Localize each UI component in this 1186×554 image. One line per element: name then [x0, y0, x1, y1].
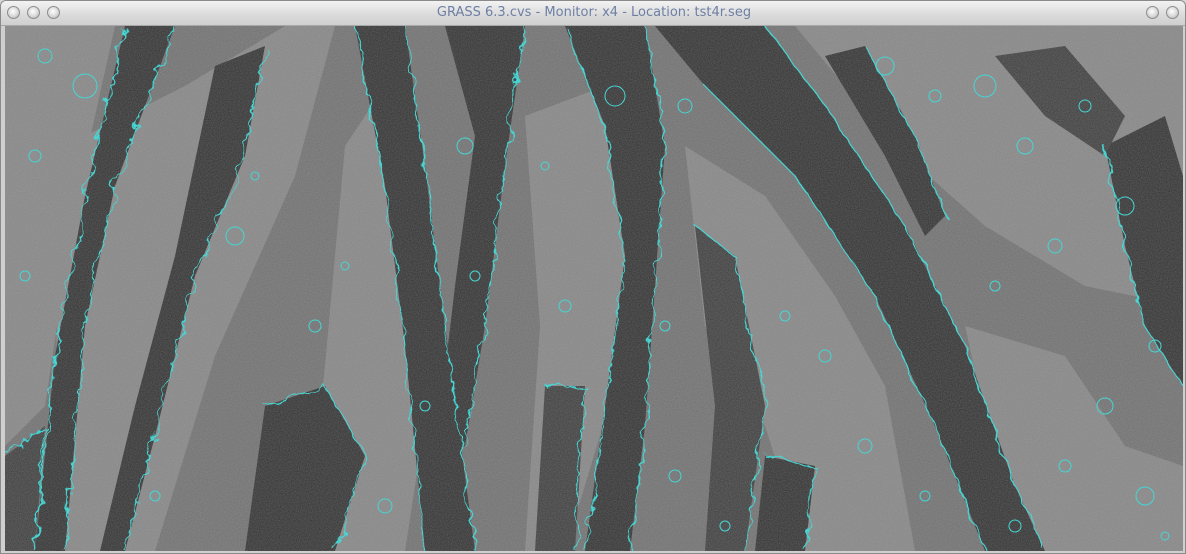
title-bar[interactable]: GRASS 6.3.cvs - Monitor: x4 - Location: … — [1, 1, 1185, 26]
raster-map — [5, 26, 1183, 551]
monitor-window: GRASS 6.3.cvs - Monitor: x4 - Location: … — [0, 0, 1186, 554]
shade-icon[interactable] — [1146, 6, 1159, 19]
close-icon[interactable] — [1166, 6, 1179, 19]
window-title: GRASS 6.3.cvs - Monitor: x4 - Location: … — [436, 5, 752, 20]
surface-texture — [5, 26, 1183, 551]
map-display[interactable] — [5, 26, 1183, 551]
